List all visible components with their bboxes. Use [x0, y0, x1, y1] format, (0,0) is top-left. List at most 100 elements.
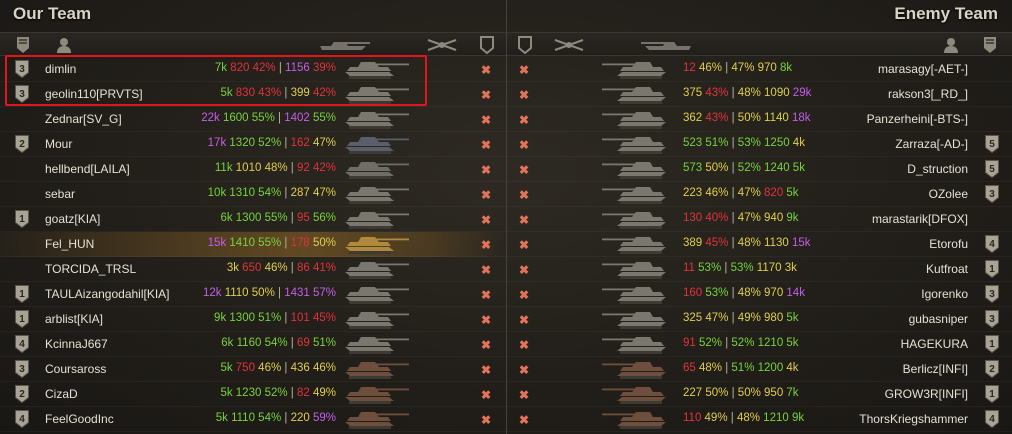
stat-value: 9k	[788, 412, 805, 424]
mastery-badge-icon: 3	[15, 360, 29, 378]
stat-value: 17k	[207, 137, 227, 149]
player-name: OZolee	[928, 187, 968, 201]
stat-value: 55%	[261, 212, 288, 224]
status-column-icon[interactable]	[480, 36, 494, 54]
tank-icon	[602, 162, 666, 179]
stat-value: |	[287, 212, 297, 224]
player-column-icon[interactable]	[57, 37, 71, 53]
player-name: D_struction	[907, 162, 968, 176]
mastery-badge-icon: 3	[985, 285, 999, 303]
tank-icon	[345, 412, 409, 429]
player-row[interactable]: hellbend[LAILA] 11k 1010 48% | 92 42% ✖	[0, 157, 506, 182]
mastery-badge-icon: 1	[985, 385, 999, 403]
enemy-status-column-icon[interactable]	[518, 36, 532, 54]
stat-value: 1402	[284, 112, 310, 124]
player-name: sebar	[45, 187, 76, 201]
vehicle-column-icon[interactable]	[318, 36, 372, 54]
player-row[interactable]: 3 OZolee 223 46% | 47% 820 5k ✖	[507, 182, 1012, 207]
player-row[interactable]: 4 Etorofu 389 45% | 48% 1130 15k ✖	[507, 232, 1012, 257]
status-cross-icon: ✖	[519, 363, 530, 377]
player-row[interactable]: 5 Zarraza[-AD-] 523 51% | 53% 1250 4k ✖	[507, 132, 1012, 157]
player-row[interactable]: Fel_HUN 15k 1410 55% | 178 50% ✖	[0, 232, 506, 257]
tank-icon	[602, 62, 666, 79]
player-row[interactable]: 3 Igorenko 160 53% | 48% 970 14k ✖	[507, 282, 1012, 307]
player-row[interactable]: rakson3[_RD_] 375 43% | 48% 1090 29k ✖	[507, 82, 1012, 107]
player-row[interactable]: 1 arblist[KIA] 9k 1300 51% | 101 45% ✖	[0, 307, 506, 332]
tank-icon	[602, 287, 666, 304]
player-row[interactable]: 1 Kutfroat 11 53% | 53% 1170 3k ✖	[507, 257, 1012, 282]
stat-value: 54%	[254, 187, 282, 199]
player-row[interactable]: 4 ThorsKriegshammer 110 49% | 48% 1210 9k ✖	[507, 407, 1012, 432]
status-cross-icon: ✖	[519, 213, 530, 227]
stat-value: 4k	[783, 362, 799, 374]
svg-text:1: 1	[19, 214, 25, 225]
stat-value: 4k	[789, 137, 805, 149]
player-stats: 11 53% | 53% 1170 3k	[683, 262, 797, 274]
battle-roster-screen: { "our_team": { "title": "Our Team", "pl…	[0, 0, 1012, 434]
stat-value: 46%	[702, 187, 729, 199]
stat-value: 57%	[309, 287, 336, 299]
player-row[interactable]: 1 TAULAizangodahil[KIA] 12k 1110 50% | 143…	[0, 282, 506, 307]
player-row[interactable]: TORCIDA_TRSL 3k 650 46% | 86 41% ✖	[0, 257, 506, 282]
svg-text:1: 1	[989, 339, 995, 350]
stat-value: 53%	[737, 137, 761, 149]
player-row[interactable]: marasagy[-AET-] 12 46% | 47% 970 8k ✖	[507, 57, 1012, 82]
stat-value: 970	[760, 287, 784, 299]
player-row[interactable]: 1 GROW3R[INFI] 227 50% | 50% 950 7k ✖	[507, 382, 1012, 407]
player-stats: 227 50% | 50% 950 7k	[683, 387, 799, 399]
enemy-vehicle-column-icon[interactable]	[639, 36, 693, 54]
player-stats: 11k 1010 48% | 92 42%	[215, 162, 336, 174]
stat-value: 5k	[789, 162, 805, 174]
player-stats: 130 40% | 47% 940 9k	[683, 212, 799, 224]
mastery-badge-icon: 1	[15, 310, 29, 328]
player-row[interactable]: Panzerheini[-BTS-] 362 43% | 50% 1140 18k…	[507, 107, 1012, 132]
tank-icon	[345, 287, 409, 304]
stat-value: 69	[296, 337, 310, 349]
stat-value: 162	[290, 137, 310, 149]
frags-column-icon[interactable]	[425, 37, 459, 53]
enemy-player-column-icon[interactable]	[944, 37, 958, 53]
stat-value: 47%	[309, 187, 336, 199]
stat-value: 50%	[309, 237, 336, 249]
enemy-badge-column-icon[interactable]	[983, 36, 997, 54]
player-row[interactable]: 2 Berlicz[INFI] 65 48% | 51% 1200 4k ✖	[507, 357, 1012, 382]
stat-value: 325	[683, 312, 703, 324]
stat-value: 49%	[701, 412, 728, 424]
player-stats: 5k 1110 54% | 220 59%	[216, 412, 336, 424]
player-row[interactable]: 1 HAGEKURA 91 52% | 52% 1210 5k ✖	[507, 332, 1012, 357]
svg-text:4: 4	[19, 414, 25, 425]
stat-value: 92	[296, 162, 310, 174]
svg-text:2: 2	[989, 364, 995, 375]
player-stats: 12k 1110 50% | 1431 57%	[203, 287, 336, 299]
enemy-frags-column-icon[interactable]	[552, 37, 586, 53]
our-team-title: Our Team	[13, 4, 92, 23]
stat-value: 47%	[731, 62, 755, 74]
stat-value: 362	[683, 112, 703, 124]
status-cross-icon: ✖	[481, 213, 492, 227]
stat-value: 46%	[695, 62, 723, 74]
stat-value: 53%	[694, 262, 722, 274]
player-row[interactable]: 3 Coursaross 5k 750 46% | 436 46% ✖	[0, 357, 506, 382]
player-row[interactable]: 4 KcinnaJ667 6k 1160 54% | 69 51% ✖	[0, 332, 506, 357]
stat-value: 5k	[783, 312, 799, 324]
player-row[interactable]: 2 CizaD 5k 1230 52% | 82 49% ✖	[0, 382, 506, 407]
badge-column-icon[interactable]	[16, 36, 30, 54]
player-row[interactable]: 2 Mour 17k 1320 52% | 162 47% ✖	[0, 132, 506, 157]
player-row[interactable]: marastarik[DFOX] 130 40% | 47% 940 9k ✖	[507, 207, 1012, 232]
stat-value: 980	[760, 312, 784, 324]
stat-value: 51%	[731, 362, 755, 374]
player-row[interactable]: 5 D_struction 573 50% | 52% 1240 5k ✖	[507, 157, 1012, 182]
player-row[interactable]: 3 gubasniper 325 47% | 49% 980 5k ✖	[507, 307, 1012, 332]
player-row[interactable]: 4 FeelGoodInc 5k 1110 54% | 220 59% ✖	[0, 407, 506, 432]
stat-value: 8k	[776, 62, 793, 74]
stat-value: |	[728, 112, 738, 124]
our-column-header	[0, 32, 506, 56]
stat-value: |	[281, 312, 291, 324]
mastery-badge-icon: 5	[985, 135, 999, 153]
player-row[interactable]: Zednar[SV_G] 22k 1600 55% | 1402 55% ✖	[0, 107, 506, 132]
player-row[interactable]: 1 goatz[KIA] 6k 1300 55% | 95 56% ✖	[0, 207, 506, 232]
tank-icon	[345, 237, 409, 254]
stat-value: |	[728, 187, 738, 199]
svg-text:1: 1	[989, 389, 995, 400]
player-row[interactable]: sebar 10k 1310 54% | 287 47% ✖	[0, 182, 506, 207]
